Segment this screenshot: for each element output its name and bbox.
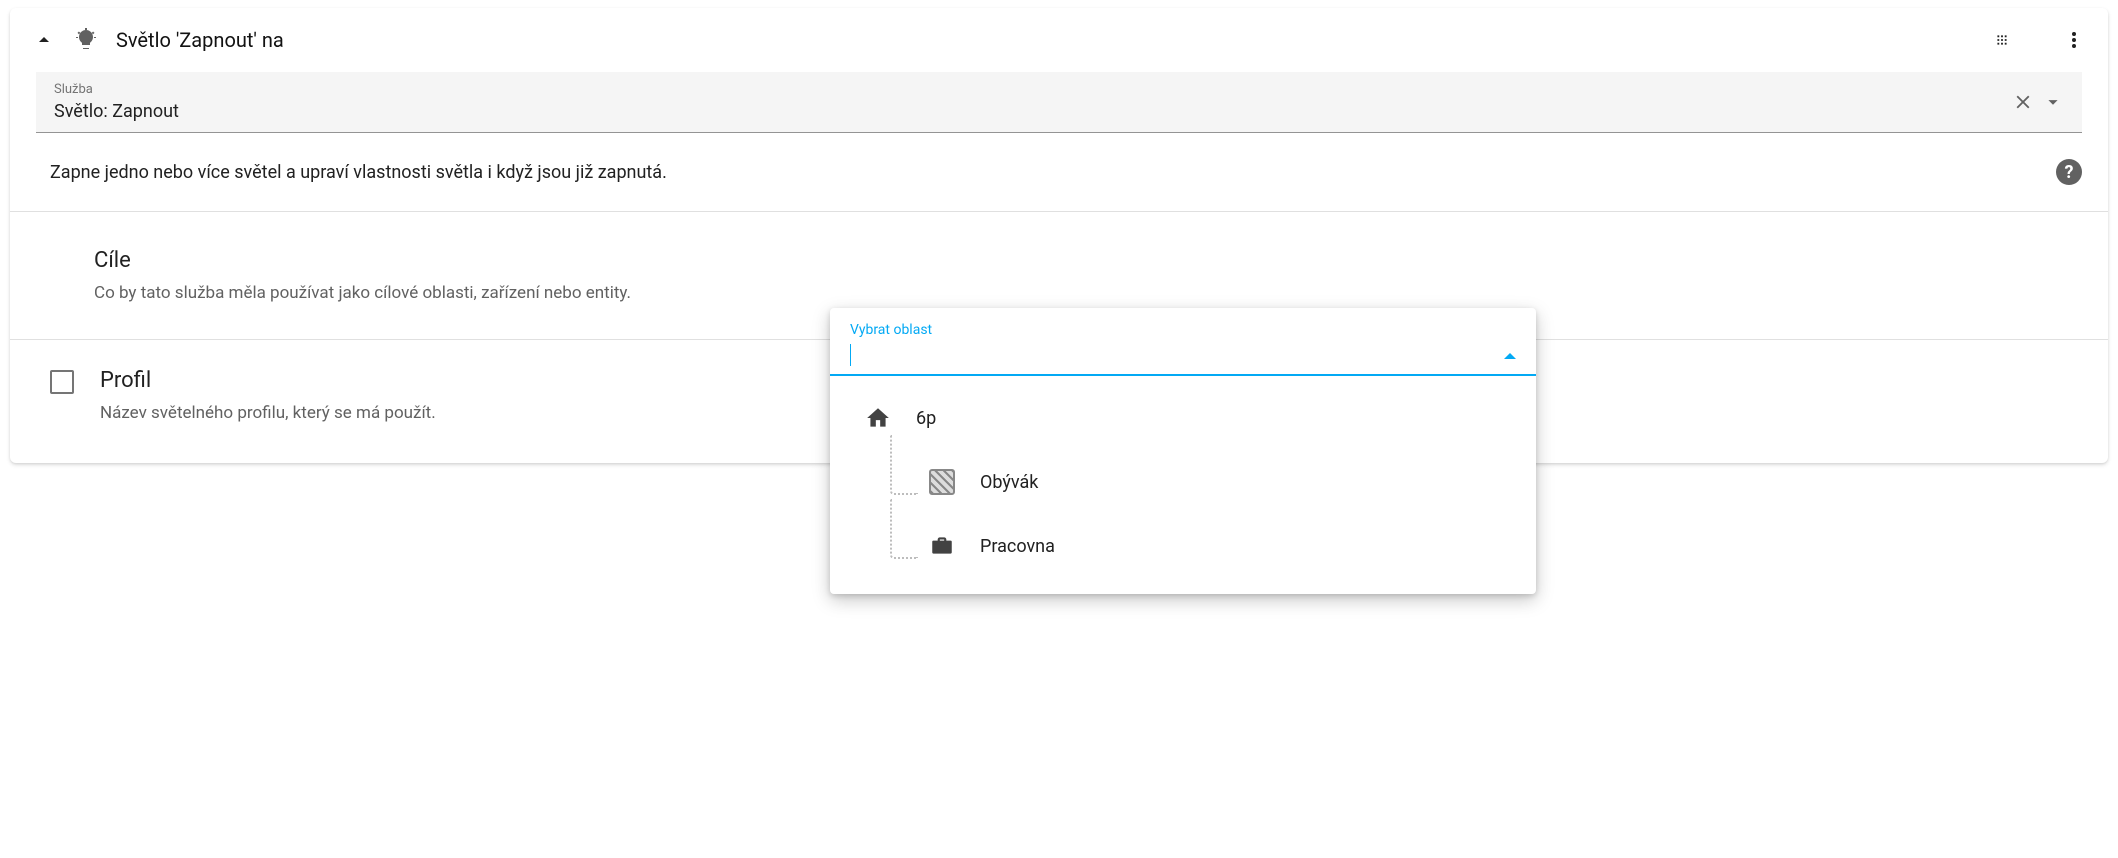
- tree-connector: [890, 499, 918, 559]
- area-picker-input[interactable]: [850, 344, 1504, 368]
- profile-subtitle: Název světelného profilu, který se má po…: [100, 403, 820, 423]
- texture-icon: [928, 468, 956, 496]
- service-selector[interactable]: Služba Světlo: Zapnout: [36, 72, 2082, 133]
- area-item-label: 6p: [916, 408, 936, 429]
- home-icon: [864, 404, 892, 432]
- area-item-label: Pracovna: [980, 536, 1055, 557]
- profile-checkbox[interactable]: [50, 370, 74, 394]
- area-item-root[interactable]: 6p: [830, 386, 1536, 450]
- collapse-dropdown-icon[interactable]: [1504, 353, 1516, 359]
- targets-title: Cíle: [94, 248, 814, 273]
- area-item-child[interactable]: Pracovna: [830, 514, 1536, 578]
- area-item-child[interactable]: Obývák: [830, 450, 1536, 514]
- area-item-label: Obývák: [980, 472, 1038, 493]
- overflow-menu-icon[interactable]: [2062, 28, 2086, 52]
- card-title: Světlo 'Zapnout' na: [116, 28, 1972, 52]
- help-icon[interactable]: ?: [2056, 159, 2082, 185]
- profile-title: Profil: [100, 368, 820, 393]
- service-text: Služba Světlo: Zapnout: [54, 82, 2004, 122]
- service-label: Služba: [54, 82, 2004, 97]
- description-row: Zapne jedno nebo více světel a upraví vl…: [10, 133, 2108, 211]
- service-value: Světlo: Zapnout: [54, 101, 2004, 122]
- service-description: Zapne jedno nebo více světel a upraví vl…: [50, 162, 2056, 183]
- profile-text: Profil Název světelného profilu, který s…: [100, 368, 820, 423]
- clear-icon[interactable]: [2012, 91, 2034, 113]
- dropdown-icon[interactable]: [2042, 91, 2064, 113]
- text-caret: [850, 344, 851, 366]
- lightbulb-icon: [74, 28, 98, 52]
- targets-subtitle: Co by tato služba měla používat jako cíl…: [94, 283, 814, 303]
- card-header: Světlo 'Zapnout' na: [10, 8, 2108, 72]
- area-picker-input-wrap[interactable]: Vybrat oblast: [830, 308, 1536, 376]
- reorder-icon[interactable]: [1990, 28, 2014, 52]
- service-card: Světlo 'Zapnout' na Služba Světlo: Zapno…: [10, 8, 2108, 463]
- area-picker-label: Vybrat oblast: [850, 322, 1516, 338]
- briefcase-icon: [928, 532, 956, 560]
- area-list: 6p Obývák Pracovna: [830, 376, 1536, 594]
- tree-connector: [890, 435, 918, 495]
- area-picker-dropdown: Vybrat oblast 6p Obývák: [830, 308, 1536, 594]
- targets-text: Cíle Co by tato služba měla používat jak…: [94, 248, 814, 303]
- collapse-icon[interactable]: [32, 28, 56, 52]
